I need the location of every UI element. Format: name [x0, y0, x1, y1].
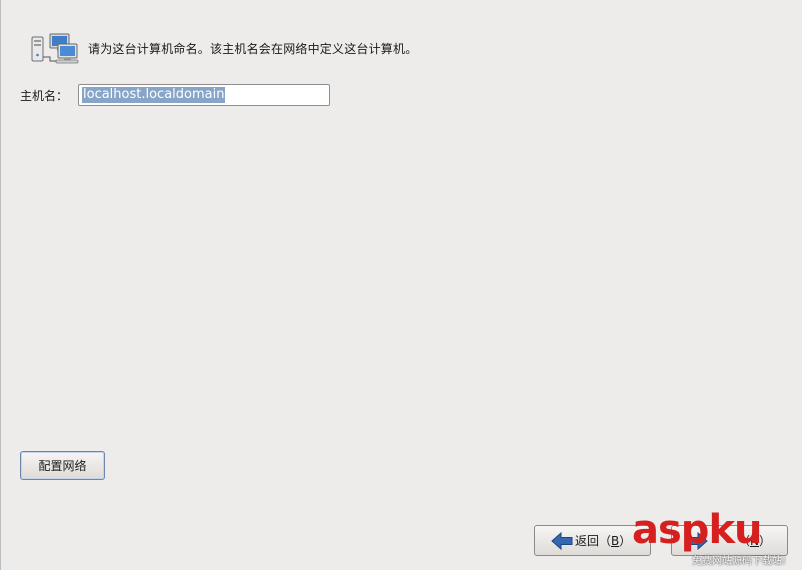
header-text: 请为这台计算机命名。该主机名会在网络中定义这台计算机。: [88, 41, 418, 56]
configure-network-label: 配置网络: [38, 459, 87, 473]
window-border: [0, 0, 1, 570]
hostname-input[interactable]: localhost.localdomain: [78, 84, 330, 106]
back-button[interactable]: 返回（ B）: [534, 525, 651, 556]
arrow-right-icon: [686, 531, 708, 550]
configure-network-button[interactable]: 配置网络: [20, 451, 105, 480]
next-label-suffix: ）: [758, 534, 771, 548]
next-label-prefix: （: [737, 534, 750, 548]
network-computers-icon: [31, 33, 79, 64]
back-shortcut-key: B: [611, 533, 620, 548]
hostname-label: 主机名：: [20, 88, 69, 103]
back-label-suffix: ）: [619, 534, 632, 548]
next-shortcut-key: N: [750, 533, 759, 548]
page-header: 请为这台计算机命名。该主机名会在网络中定义这台计算机。: [30, 31, 417, 65]
next-button[interactable]: （N）: [671, 525, 788, 556]
back-label-prefix: 返回（: [575, 534, 612, 548]
hostname-row: 主机名： localhost.localdomain: [20, 83, 330, 107]
hostname-value: localhost.localdomain: [82, 87, 226, 103]
arrow-left-icon: [551, 531, 573, 550]
